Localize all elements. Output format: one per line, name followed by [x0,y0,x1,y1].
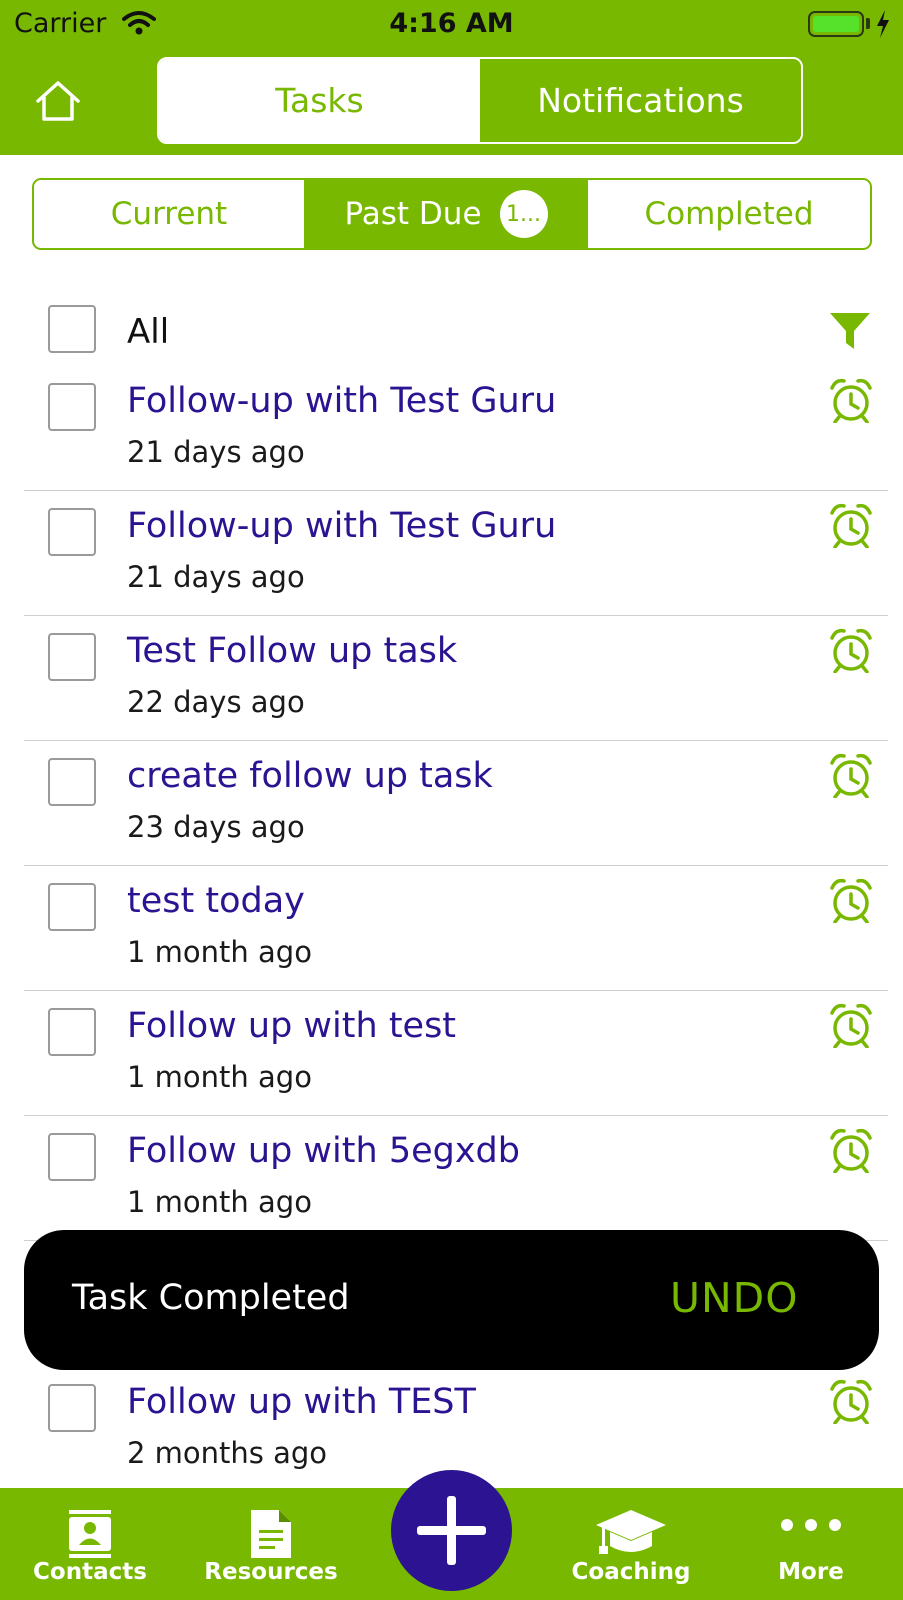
task-title[interactable]: test today [127,881,305,921]
undo-button[interactable]: UNDO [670,1274,799,1322]
graduation-cap-icon [596,1510,666,1554]
task-checkbox[interactable] [48,758,96,806]
snackbar: Task Completed UNDO [24,1230,879,1370]
home-icon[interactable] [34,80,82,122]
alarm-clock-icon[interactable] [829,877,873,924]
task-checkbox[interactable] [48,1384,96,1432]
status-bar: Carrier 4:16 AM [0,0,903,48]
task-row[interactable]: Test Follow up task 22 days ago [0,623,903,733]
header-bar: Carrier 4:16 AM Tasks Notifications [0,0,903,155]
tab-coaching[interactable]: Coaching [541,1488,721,1600]
contacts-icon [69,1510,111,1558]
filter-icon[interactable] [828,310,872,352]
past-due-count-badge: 1... [499,190,548,238]
row-divider [24,990,888,991]
task-row[interactable]: Follow-up with Test Guru 21 days ago [0,498,903,608]
tasks-notifications-switch: Tasks Notifications [157,57,803,144]
tab-more-label: More [778,1559,844,1585]
tab-tasks[interactable]: Tasks [159,59,480,142]
task-due-ago: 2 months ago [127,1436,328,1470]
task-title[interactable]: Follow up with 5egxdb [127,1131,520,1171]
task-title[interactable]: Follow-up with Test Guru [127,506,556,546]
alarm-clock-icon[interactable] [829,377,873,424]
tab-current[interactable]: Current [34,180,304,248]
task-checkbox[interactable] [48,633,96,681]
task-title[interactable]: Follow up with test [127,1006,456,1046]
tab-completed-label: Completed [644,196,814,232]
row-divider [24,740,888,741]
task-title[interactable]: Test Follow up task [127,631,457,671]
task-title[interactable]: Follow-up with Test Guru [127,381,556,421]
tab-coaching-label: Coaching [571,1559,691,1585]
task-checkbox[interactable] [48,508,96,556]
task-due-ago: 1 month ago [127,935,312,969]
task-row[interactable]: Follow up with test 1 month ago [0,998,903,1108]
charging-bolt-icon [877,10,889,38]
tab-more[interactable]: More [721,1488,901,1600]
alarm-clock-icon[interactable] [829,502,873,549]
row-divider [24,615,888,616]
alarm-clock-icon[interactable] [829,627,873,674]
tab-current-label: Current [110,196,228,232]
task-row[interactable]: test today 1 month ago [0,873,903,983]
alarm-clock-icon[interactable] [829,1127,873,1174]
tab-contacts-label: Contacts [33,1559,147,1585]
task-due-ago: 22 days ago [127,685,305,719]
task-checkbox[interactable] [48,1133,96,1181]
task-title[interactable]: Follow up with TEST [127,1382,476,1422]
battery-icon [808,11,864,37]
row-divider [24,865,888,866]
task-checkbox[interactable] [48,883,96,931]
tab-completed[interactable]: Completed [588,180,870,248]
tab-resources[interactable]: Resources [181,1488,361,1600]
task-filter-tabs: Current Past Due 1... Completed [32,178,872,250]
task-row[interactable]: Follow up with TEST 2 months ago [0,1374,903,1484]
status-time: 4:16 AM [389,8,514,39]
task-due-ago: 1 month ago [127,1185,312,1219]
select-all-label: All [127,312,170,352]
add-task-button[interactable] [391,1470,512,1591]
tab-past-due[interactable]: Past Due 1... [304,180,588,248]
tab-resources-label: Resources [204,1559,338,1585]
tab-contacts[interactable]: Contacts [0,1488,180,1600]
alarm-clock-icon[interactable] [829,1002,873,1049]
task-due-ago: 1 month ago [127,1060,312,1094]
task-due-ago: 21 days ago [127,435,305,469]
task-checkbox[interactable] [48,1008,96,1056]
more-dots-icon [781,1519,841,1531]
task-row[interactable]: create follow up task 23 days ago [0,748,903,858]
alarm-clock-icon[interactable] [829,752,873,799]
select-all-checkbox[interactable] [48,305,96,353]
battery-cap [866,18,870,29]
plus-icon [417,1496,486,1565]
task-row[interactable]: Follow-up with Test Guru 21 days ago [0,373,903,483]
task-row[interactable]: Follow up with 5egxdb 1 month ago [0,1123,903,1233]
tab-past-due-label: Past Due [344,196,482,232]
task-due-ago: 23 days ago [127,810,305,844]
row-divider [24,1115,888,1116]
document-icon [251,1510,291,1558]
snackbar-message: Task Completed [72,1278,350,1318]
row-divider [24,490,888,491]
task-checkbox[interactable] [48,383,96,431]
tab-notifications[interactable]: Notifications [480,59,801,142]
alarm-clock-icon[interactable] [829,1378,873,1425]
task-due-ago: 21 days ago [127,560,305,594]
task-title[interactable]: create follow up task [127,756,493,796]
